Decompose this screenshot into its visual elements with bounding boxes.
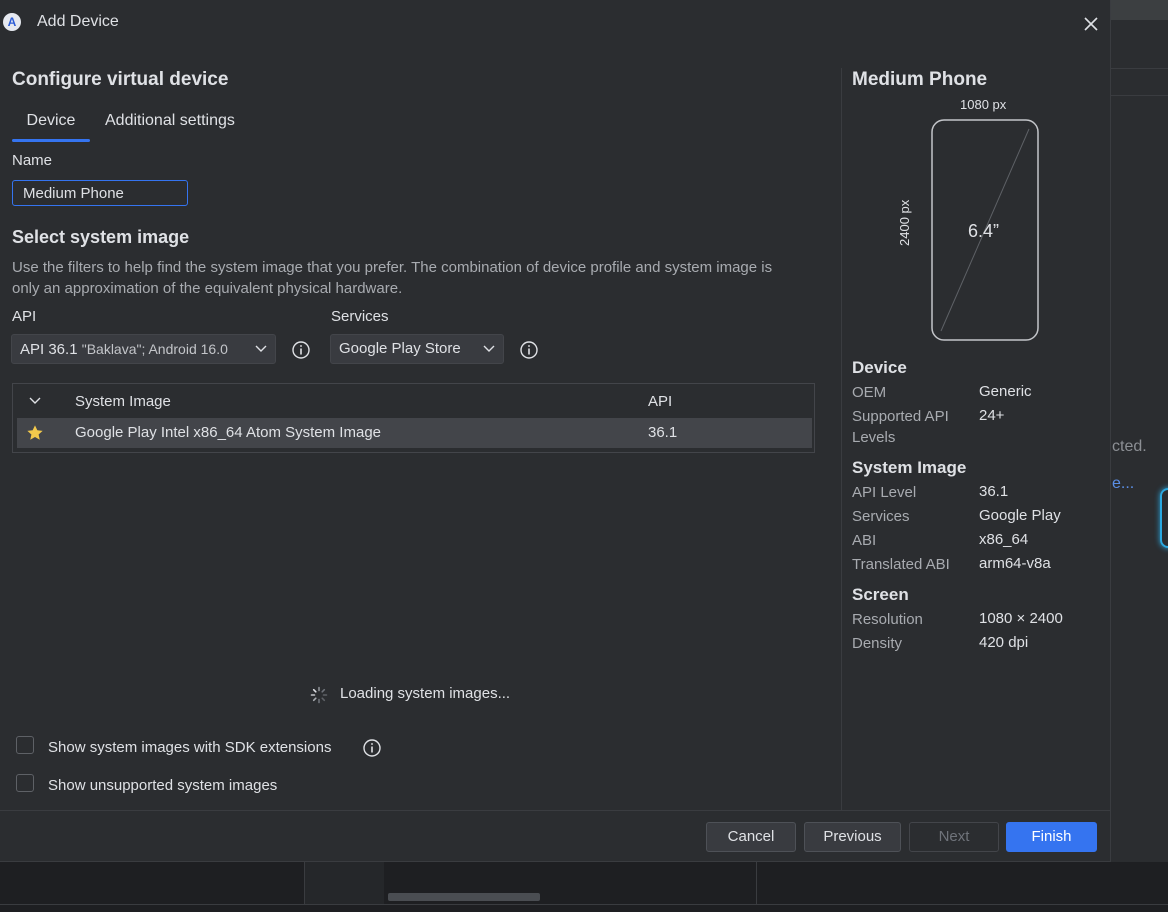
spec-value: Google Play [979,507,1061,524]
add-device-dialog: A Add Device Configure virtual device De… [0,0,1111,862]
spec-key: API Level [852,484,917,501]
device-width-label: 1080 px [960,97,1007,112]
chevron-down-icon [255,345,267,352]
system-image-section-heading: System Image [852,458,967,477]
info-icon [292,341,310,359]
ide-partial-text: cted. [1112,438,1147,455]
column-header-system-image[interactable]: System Image [75,393,171,410]
spec-key: OEM [852,384,887,401]
unsupported-images-checkbox[interactable] [16,774,34,792]
column-header-api[interactable]: API [648,393,672,410]
unsupported-images-label[interactable]: Show unsupported system images [48,777,277,794]
name-label: Name [12,152,53,169]
api-dropdown-value: API 36.1 [20,341,78,358]
spec-value: Generic [979,383,1032,400]
dialog-title: Add Device [37,13,119,30]
system-image-heading: Select system image [12,227,190,247]
device-preview-title: Medium Phone [852,69,988,90]
services-info-icon[interactable] [519,340,539,360]
system-image-description: Use the filters to help find the system … [12,259,773,297]
footer-divider [0,810,1110,811]
info-icon [363,739,381,757]
spec-value: 36.1 [979,483,1009,500]
table-cell-name: Google Play Intel x86_64 Atom System Ima… [75,424,381,441]
api-dropdown[interactable]: API 36.1 "Baklava"; Android 16.0 [11,334,276,364]
table-header: System Image API [13,384,814,418]
spec-key: Services [852,508,910,525]
ide-divider [0,904,1168,905]
spec-value: x86_64 [979,531,1029,548]
spec-key: Density [852,635,903,652]
sdk-extensions-info-icon[interactable] [362,738,382,758]
services-label: Services [331,308,389,325]
chevron-down-icon [483,345,495,352]
spec-key: Translated ABI [852,556,950,573]
spec-value: 24+ [979,407,1005,424]
spec-value: 420 dpi [979,634,1029,651]
ide-tab-strip [1110,0,1168,20]
name-input[interactable]: Medium Phone [12,180,188,206]
ide-divider [1110,95,1168,96]
ide-divider [1110,68,1168,69]
sdk-extensions-label[interactable]: Show system images with SDK extensions [48,739,331,756]
configure-heading: Configure virtual device [12,69,229,90]
services-dropdown[interactable]: Google Play Store [330,334,504,364]
spec-value: arm64-v8a [979,555,1051,572]
screen-section-heading: Screen [852,585,909,604]
tab-additional-settings[interactable]: Additional settings [105,112,235,142]
horizontal-scrollbar[interactable] [388,893,540,901]
ide-background-panel [1110,0,1168,912]
cancel-button[interactable]: Cancel [706,822,796,852]
device-diagonal-size: 6.4” [968,221,1000,241]
spec-key: Supported API Levels [852,408,949,446]
ide-partial-link[interactable]: e... [1112,475,1134,493]
finish-button[interactable]: Finish [1006,822,1097,852]
previous-button[interactable]: Previous [804,822,901,852]
close-button[interactable] [1080,13,1102,35]
device-section-heading: Device [852,358,907,377]
system-image-table: System Image API Google Play Intel x86_6… [12,383,815,453]
panel-divider [841,68,842,810]
loading-spinner-icon [310,686,328,704]
api-info-icon[interactable] [291,340,311,360]
ide-bottom-column [304,862,386,904]
table-row[interactable]: Google Play Intel x86_64 Atom System Ima… [17,418,812,448]
device-height-label: 2400 px [897,199,912,246]
api-label: API [12,308,37,325]
spec-key: ABI [852,532,877,549]
chevron-down-icon[interactable] [29,396,41,406]
table-cell-api: 36.1 [648,424,678,441]
star-icon [27,425,43,440]
tab-label: Additional settings [105,112,235,129]
spec-key: Resolution [852,611,923,628]
info-icon [520,341,538,359]
ide-glow-widget [1160,488,1168,548]
loading-text: Loading system images... [340,685,511,702]
spec-value: 1080 × 2400 [979,610,1063,627]
tab-label: Device [26,112,76,129]
sdk-extensions-checkbox[interactable] [16,736,34,754]
tab-selected-indicator [12,139,90,142]
tab-device[interactable]: Device [12,112,90,142]
android-studio-icon: A [3,13,21,31]
close-icon [1084,17,1098,31]
services-dropdown-value: Google Play Store [339,340,461,357]
api-dropdown-subvalue: "Baklava"; Android 16.0 [81,341,228,357]
next-button[interactable]: Next [909,822,999,852]
dialog-titlebar: A Add Device [0,0,1110,46]
